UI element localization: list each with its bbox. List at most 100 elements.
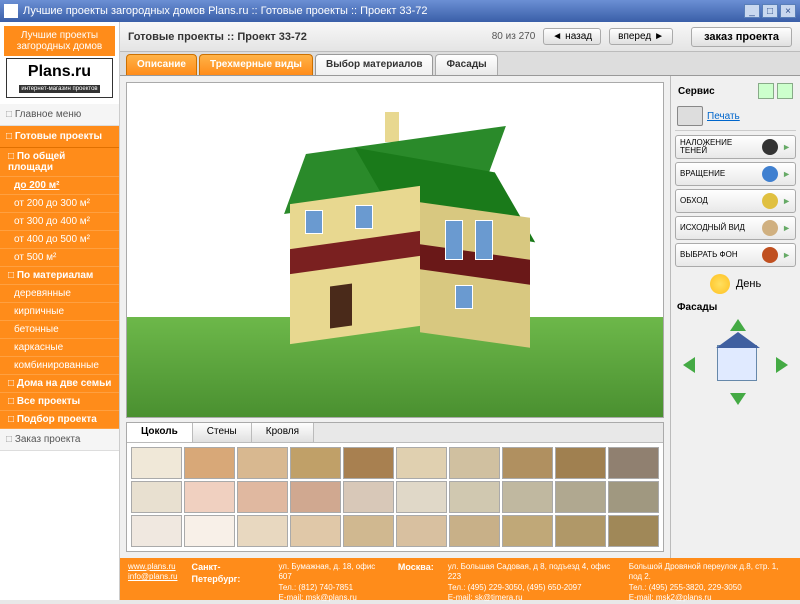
printer-icon xyxy=(677,106,703,126)
viewport: Цоколь Стены Кровля xyxy=(120,76,670,558)
material-swatch[interactable] xyxy=(343,447,394,479)
material-swatch[interactable] xyxy=(449,481,500,513)
material-head[interactable]: По материалам xyxy=(0,267,119,285)
material-swatch[interactable] xyxy=(131,481,182,513)
material-swatch[interactable] xyxy=(290,481,341,513)
material-swatch[interactable] xyxy=(555,447,606,479)
material-swatch[interactable] xyxy=(237,515,288,547)
tab-materials[interactable]: Выбор материалов xyxy=(315,54,434,75)
material-swatch[interactable] xyxy=(396,481,447,513)
material-swatch[interactable] xyxy=(555,481,606,513)
footer-links: www.plans.ru info@plans.ru xyxy=(128,562,177,596)
material-swatch[interactable] xyxy=(608,447,659,479)
extra-item[interactable]: Дома на две семьи xyxy=(0,375,119,393)
material-swatch[interactable] xyxy=(396,515,447,547)
city2: Москва: xyxy=(398,562,434,572)
sidebar-order[interactable]: Заказ проекта xyxy=(0,429,119,451)
logo-sub: интернет-магазин проектов xyxy=(19,85,99,93)
facade-right-button[interactable] xyxy=(776,357,788,373)
service-button-icon xyxy=(762,247,778,263)
material-swatch[interactable] xyxy=(608,481,659,513)
area-item[interactable]: от 300 до 400 м² xyxy=(0,213,119,231)
material-swatch[interactable] xyxy=(290,515,341,547)
house-3d-view[interactable] xyxy=(126,82,664,418)
maximize-button[interactable]: □ xyxy=(762,4,778,18)
facade-up-button[interactable] xyxy=(730,319,746,331)
material-swatch[interactable] xyxy=(449,515,500,547)
service-button-icon xyxy=(762,166,778,182)
close-button[interactable]: × xyxy=(780,4,796,18)
service-button[interactable]: ОБХОД ► xyxy=(675,189,796,213)
facade-left-button[interactable] xyxy=(683,357,695,373)
material-swatch[interactable] xyxy=(184,447,235,479)
material-swatch[interactable] xyxy=(237,481,288,513)
service-button[interactable]: ИСХОДНЫЙ ВИД► xyxy=(675,216,796,240)
service-button[interactable]: ВЫБРАТЬ ФОН► xyxy=(675,243,796,267)
site-link[interactable]: www.plans.ru xyxy=(128,562,176,571)
mattab-base[interactable]: Цоколь xyxy=(127,423,193,442)
service-button[interactable]: ВРАЩЕНИЕ► xyxy=(675,162,796,186)
material-swatch[interactable] xyxy=(396,447,447,479)
service-button-icon xyxy=(762,193,778,209)
area-item[interactable]: до 200 м² xyxy=(0,177,119,195)
extra-item[interactable]: Подбор проекта xyxy=(0,411,119,429)
material-swatch[interactable] xyxy=(343,515,394,547)
window-title: Лучшие проекты загородных домов Plans.ru… xyxy=(23,5,742,17)
order-project-button[interactable]: заказ проекта xyxy=(691,27,792,47)
material-swatch[interactable] xyxy=(502,447,553,479)
material-swatch[interactable] xyxy=(502,481,553,513)
material-swatch[interactable] xyxy=(131,515,182,547)
material-item[interactable]: комбинированные xyxy=(0,357,119,375)
city1: Санкт-Петербург: xyxy=(191,562,240,584)
material-swatch[interactable] xyxy=(502,515,553,547)
service-icon-2[interactable] xyxy=(777,83,793,99)
main-menu-link[interactable]: Главное меню xyxy=(0,104,119,126)
material-swatch[interactable] xyxy=(555,515,606,547)
material-swatch[interactable] xyxy=(131,447,182,479)
facades-heading: Фасады xyxy=(675,298,796,317)
sidebar-cat-ready[interactable]: Готовые проекты xyxy=(0,126,119,148)
tab-description[interactable]: Описание xyxy=(126,54,197,75)
material-panel: Цоколь Стены Кровля xyxy=(126,422,664,552)
material-item[interactable]: бетонные xyxy=(0,321,119,339)
forward-button[interactable]: вперед► xyxy=(609,28,673,45)
material-swatch[interactable] xyxy=(237,447,288,479)
material-item[interactable]: каркасные xyxy=(0,339,119,357)
print-link[interactable]: Печать xyxy=(707,111,740,122)
material-item[interactable]: кирпичные xyxy=(0,303,119,321)
tab-3d-views[interactable]: Трехмерные виды xyxy=(199,54,313,75)
area-item[interactable]: от 200 до 300 м² xyxy=(0,195,119,213)
area-item[interactable]: от 400 до 500 м² xyxy=(0,231,119,249)
sidebar-pane: По общей площади до 200 м² от 200 до 300… xyxy=(0,148,119,429)
area-item[interactable]: от 500 м² xyxy=(0,249,119,267)
chevron-icon: ► xyxy=(782,250,791,260)
addr2: ул. Большая Садовая, д 8, подъезд 4, офи… xyxy=(448,562,615,596)
material-item[interactable]: деревянные xyxy=(0,285,119,303)
material-swatch[interactable] xyxy=(608,515,659,547)
addr1: ул. Бумажная, д. 18, офис 607 Тел.: (812… xyxy=(278,562,383,596)
mattab-walls[interactable]: Стены xyxy=(193,423,252,442)
sun-icon xyxy=(710,274,730,294)
chevron-icon: ► xyxy=(782,196,791,206)
material-tabs: Цоколь Стены Кровля xyxy=(127,423,663,443)
service-button-icon xyxy=(762,220,778,236)
material-swatch[interactable] xyxy=(184,515,235,547)
material-swatch[interactable] xyxy=(449,447,500,479)
minimize-button[interactable]: _ xyxy=(744,4,760,18)
material-swatch[interactable] xyxy=(290,447,341,479)
back-button[interactable]: ◄назад xyxy=(543,28,601,45)
footer: www.plans.ru info@plans.ru Санкт-Петербу… xyxy=(120,558,800,600)
material-swatch[interactable] xyxy=(343,481,394,513)
facade-house-icon[interactable] xyxy=(717,345,757,381)
tab-facades[interactable]: Фасады xyxy=(435,54,497,75)
email-link[interactable]: info@plans.ru xyxy=(128,572,177,581)
service-button-label: ОБХОД xyxy=(680,197,758,205)
material-swatch[interactable] xyxy=(184,481,235,513)
chevron-icon: ► xyxy=(782,223,791,233)
facade-down-button[interactable] xyxy=(730,393,746,405)
extra-item[interactable]: Все проекты xyxy=(0,393,119,411)
service-icon-1[interactable] xyxy=(758,83,774,99)
area-head[interactable]: По общей площади xyxy=(0,148,119,177)
mattab-roof[interactable]: Кровля xyxy=(252,423,314,442)
service-button[interactable]: НАЛОЖЕНИЕ ТЕНЕЙ► xyxy=(675,135,796,159)
